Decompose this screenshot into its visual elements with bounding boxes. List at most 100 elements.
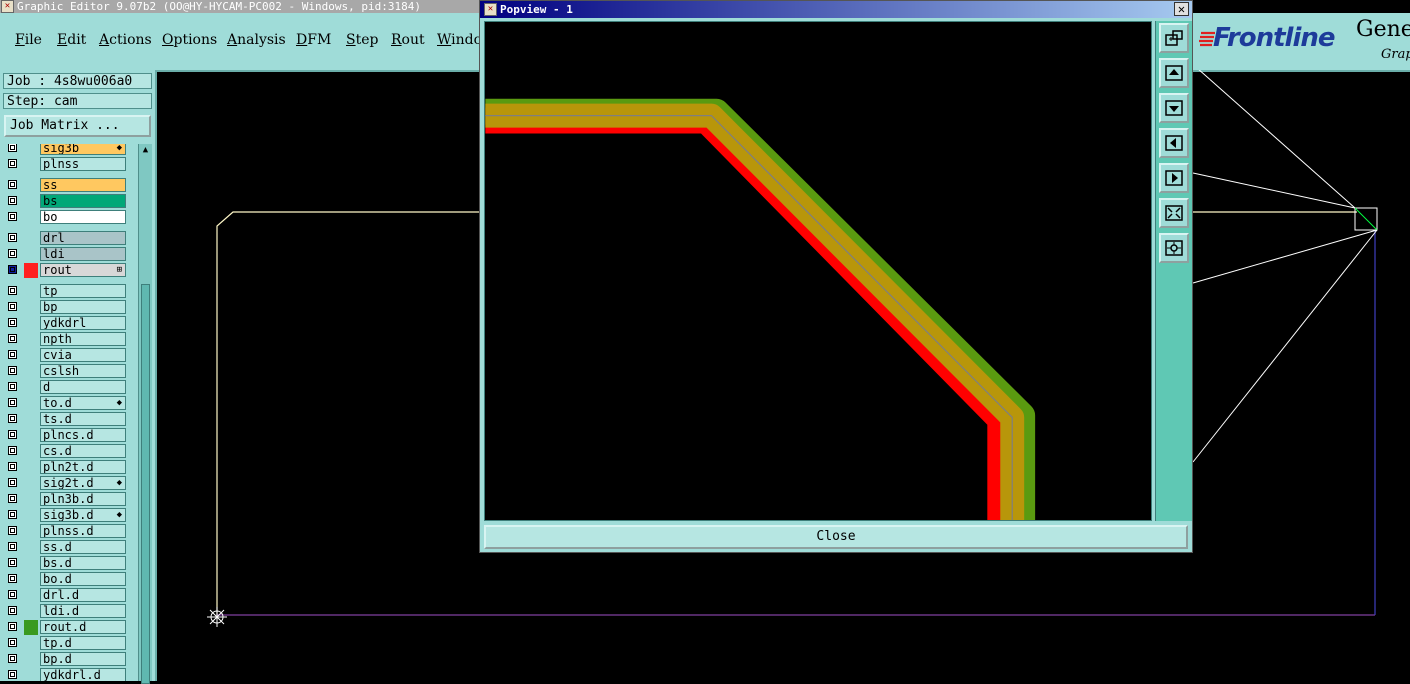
layer-checkbox[interactable] [8,654,17,663]
layer-row[interactable]: cslsh [4,364,126,379]
layer-scrollbar[interactable]: ▲ [138,144,152,684]
layer-selector[interactable] [24,332,38,347]
layer-checkbox[interactable] [8,334,17,343]
zoom-down-icon[interactable] [1159,93,1189,123]
layer-selector[interactable] [24,194,38,209]
layer-checkbox[interactable] [8,510,17,519]
layer-checkbox[interactable] [8,670,17,679]
layer-checkbox[interactable] [8,286,17,295]
layer-selector[interactable] [24,396,38,411]
layer-row[interactable]: drl.d [4,588,126,603]
layer-name[interactable]: bp [40,300,126,314]
layer-selector[interactable] [24,412,38,427]
layer-checkbox[interactable] [8,494,17,503]
layer-selector[interactable] [24,380,38,395]
layer-name[interactable]: bo [40,210,126,224]
layer-row[interactable]: bp [4,300,126,315]
popview-canvas[interactable] [484,21,1152,521]
layer-row[interactable]: sig3b.d ◆ [4,508,126,523]
layer-checkbox[interactable] [8,606,17,615]
layer-row[interactable]: ldi.d [4,604,126,619]
popview-close-button[interactable]: Close [484,525,1188,549]
layer-selector[interactable] [24,636,38,651]
layer-selector[interactable] [24,668,38,681]
layer-row[interactable]: npth [4,332,126,347]
layer-selector[interactable] [24,300,38,315]
zoom-center-icon[interactable] [1159,233,1189,263]
layer-checkbox[interactable] [8,233,17,242]
layer-selector[interactable] [24,588,38,603]
layer-row[interactable]: bp.d [4,652,126,667]
layer-checkbox[interactable] [8,558,17,567]
pan-right-icon[interactable] [1159,163,1189,193]
zoom-fit-icon[interactable] [1159,198,1189,228]
layer-selector[interactable] [24,263,38,278]
layer-selector[interactable] [24,556,38,571]
layer-checkbox[interactable] [8,302,17,311]
layer-name[interactable]: bo.d [40,572,126,586]
layer-name[interactable]: cvia [40,348,126,362]
layer-row[interactable]: drl [4,231,126,246]
layer-name[interactable]: ts.d [40,412,126,426]
layer-checkbox[interactable] [8,350,17,359]
layer-checkbox[interactable] [8,249,17,258]
layer-row[interactable]: pln3b.d [4,492,126,507]
layer-name[interactable]: npth [40,332,126,346]
layer-name[interactable]: cs.d [40,444,126,458]
layer-checkbox[interactable] [8,212,17,221]
layer-name[interactable]: plncs.d [40,428,126,442]
menu-window[interactable]: Windo [437,32,482,48]
layer-selector[interactable] [24,524,38,539]
layer-name[interactable]: bs [40,194,126,208]
layer-checkbox[interactable] [8,590,17,599]
layer-row[interactable]: bo [4,210,126,225]
popview-window-menu-icon[interactable]: ✕ [484,2,497,16]
layer-name[interactable]: sig2t.d ◆ [40,476,126,490]
layer-row[interactable]: tp.d [4,636,126,651]
layer-selector[interactable] [24,284,38,299]
menu-analysis[interactable]: Analysis [227,32,286,48]
scroll-thumb[interactable] [141,284,150,684]
layer-selector[interactable] [24,316,38,331]
layer-row[interactable]: ss.d [4,540,126,555]
menu-file[interactable]: File [15,32,42,48]
layer-checkbox[interactable] [8,382,17,391]
layer-name[interactable]: pln3b.d [40,492,126,506]
layer-row[interactable]: bs [4,194,126,209]
layer-selector[interactable] [24,460,38,475]
menu-actions[interactable]: Actions [99,32,152,48]
layer-selector[interactable] [24,620,38,635]
layer-name[interactable]: rout.d [40,620,126,634]
layer-name[interactable]: bs.d [40,556,126,570]
layer-row[interactable]: cs.d [4,444,126,459]
layer-checkbox[interactable] [8,638,17,647]
layer-checkbox[interactable] [8,414,17,423]
layer-row[interactable]: tp [4,284,126,299]
layer-selector[interactable] [24,178,38,193]
layer-selector[interactable] [24,157,38,172]
popview-close-icon[interactable]: ✕ [1174,2,1189,16]
layer-row[interactable]: rout.d [4,620,126,635]
menu-step[interactable]: Step [346,32,378,48]
layer-selector[interactable] [24,492,38,507]
layer-checkbox[interactable] [8,196,17,205]
layer-selector[interactable] [24,604,38,619]
menu-dfm[interactable]: DFM [296,32,331,48]
layer-row[interactable]: ts.d [4,412,126,427]
layer-name[interactable]: sig3b ◆ [40,144,126,155]
layer-row[interactable]: rout ⊞ [4,263,126,278]
layer-selector[interactable] [24,540,38,555]
layer-checkbox[interactable] [8,159,17,168]
layer-row[interactable]: sig2t.d ◆ [4,476,126,491]
layer-name[interactable]: rout ⊞ [40,263,126,277]
layer-name[interactable]: drl [40,231,126,245]
layer-checkbox[interactable] [8,574,17,583]
layer-selector[interactable] [24,428,38,443]
layer-checkbox[interactable] [8,180,17,189]
layer-row[interactable]: bs.d [4,556,126,571]
layer-checkbox[interactable] [8,430,17,439]
layer-name[interactable]: drl.d [40,588,126,602]
layer-selector[interactable] [24,231,38,246]
menu-edit[interactable]: Edit [57,32,86,48]
layer-name[interactable]: bp.d [40,652,126,666]
